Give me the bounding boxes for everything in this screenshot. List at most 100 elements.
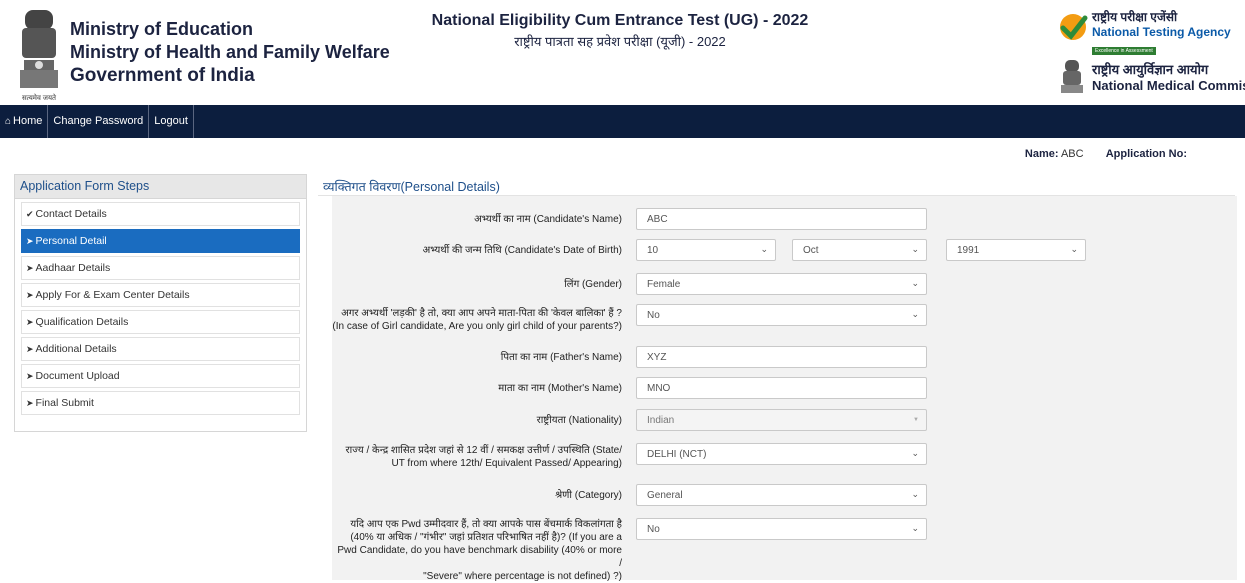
dob-month-select[interactable]: Oct ⌄ (792, 239, 927, 261)
chevron-down-icon: ⌄ (911, 448, 919, 458)
arrow-circle-icon: ➤ (26, 398, 34, 408)
pwd-label-line2: (40% या अधिक / "गंभीर" जहां प्रतिशत परिभ… (350, 532, 622, 543)
main-navbar: ⌂ Home Change Password Logout (0, 105, 1245, 138)
user-info-bar: Name: ABC Application No: (1025, 148, 1187, 160)
chevron-down-icon: ⌄ (911, 489, 919, 499)
home-icon: ⌂ (5, 116, 12, 127)
step-additional-details[interactable]: ➤ Additional Details (21, 337, 300, 361)
arrow-circle-icon: ➤ (26, 317, 34, 327)
father-name-label: पिता का नाम (Father's Name) (500, 352, 622, 363)
girl-child-label-line2: (In case of Girl candidate, Are you only… (332, 321, 622, 332)
dob-label: अभ्यर्थी की जन्म तिथि (Candidate's Date … (422, 245, 622, 256)
mother-name-input[interactable]: MNO (636, 377, 927, 399)
exam-title-english: National Eligibility Cum Entrance Test (… (431, 12, 809, 29)
nta-check-logo-icon (1060, 14, 1088, 40)
gender-select[interactable]: Female ⌄ (636, 273, 927, 295)
application-no-label: Application No: (1105, 148, 1187, 160)
step-label: Contact Details (35, 208, 107, 220)
step-qualification-details[interactable]: ➤ Qualification Details (21, 310, 300, 334)
nta-tagline: Excellence in Assessment (1092, 47, 1156, 55)
emblem-motto: सत्यमेव जयते (22, 93, 57, 102)
gender-label: लिंग (Gender) (564, 279, 622, 290)
check-circle-icon: ✔ (26, 209, 34, 219)
father-name-input[interactable]: XYZ (636, 346, 927, 368)
dob-day-select[interactable]: 10 ⌄ (636, 239, 776, 261)
nav-home-label: Home (13, 115, 43, 127)
nmc-emblem-icon (1061, 60, 1083, 93)
name-label: Name: (1024, 148, 1059, 160)
application-steps-panel: Application Form Steps ✔ Contact Details … (14, 174, 307, 432)
section-title: व्यक्तिगत विवरण(Personal Details) (318, 174, 1235, 196)
step-contact-details[interactable]: ✔ Contact Details (21, 202, 300, 226)
pwd-label: यदि आप एक Pwd उम्मीदवार हैं, तो क्या आपक… (332, 518, 622, 583)
nta-english: National Testing Agency (1092, 25, 1231, 39)
ashoka-emblem-icon: सत्यमेव जयते (20, 10, 58, 102)
step-label: Document Upload (35, 370, 120, 382)
mother-name-label: माता का नाम (Mother's Name) (498, 383, 622, 394)
nav-logout[interactable]: Logout (149, 105, 194, 138)
pwd-label-line4: "Severe" where percentage is not defined… (423, 571, 622, 582)
steps-title: Application Form Steps (15, 175, 306, 199)
category-select[interactable]: General ⌄ (636, 484, 927, 506)
step-aadhaar-details[interactable]: ➤ Aadhaar Details (21, 256, 300, 280)
girl-child-label-line1: अगर अभ्यर्थी 'लड़की' है तो, क्या आप अपने… (341, 308, 622, 319)
name-value: ABC (1060, 148, 1084, 160)
step-exam-center-details[interactable]: ➤ Apply For & Exam Center Details (21, 283, 300, 307)
nmc-hindi: राष्ट्रीय आयुर्विज्ञान आयोग (1092, 62, 1209, 77)
step-label: Personal Detail (35, 235, 107, 247)
nationality-select[interactable]: Indian ▼ (636, 409, 927, 431)
pwd-select[interactable]: No ⌄ (636, 518, 927, 540)
pwd-value: No (647, 524, 660, 535)
state-select[interactable]: DELHI (NCT) ⌄ (636, 443, 927, 465)
arrow-circle-icon: ➤ (26, 371, 34, 381)
category-value: General (647, 490, 683, 501)
nav-change-password[interactable]: Change Password (48, 105, 150, 138)
chevron-down-icon: ⌄ (911, 244, 919, 254)
personal-details-form: अभ्यर्थी का नाम (Candidate's Name) ABC अ… (332, 196, 1237, 583)
dob-day-value: 10 (647, 245, 659, 256)
ministry-health: Ministry of Health and Family Welfare (70, 42, 390, 62)
chevron-down-icon: ⌄ (911, 278, 919, 288)
ministry-education: Ministry of Education (70, 19, 254, 39)
step-label: Qualification Details (35, 316, 129, 328)
step-final-submit[interactable]: ➤ Final Submit (21, 391, 300, 415)
nationality-label: राष्ट्रीयता (Nationality) (536, 415, 622, 426)
step-label: Final Submit (35, 397, 94, 409)
arrow-circle-icon: ➤ (26, 344, 34, 354)
step-label: Additional Details (35, 343, 117, 355)
government-of-india: Government of India (70, 65, 255, 86)
girl-child-value: No (647, 310, 660, 321)
nmc-english: National Medical Commission (1092, 78, 1245, 93)
step-personal-detail[interactable]: ➤ Personal Detail (21, 229, 300, 253)
gender-value: Female (647, 279, 681, 290)
girl-child-select[interactable]: No ⌄ (636, 304, 927, 326)
chevron-down-icon: ⌄ (760, 244, 768, 254)
state-label-line1: राज्य / केन्द्र शासित प्रदेश जहां से 12 … (345, 445, 622, 456)
candidate-name-label: अभ्यर्थी का नाम (Candidate's Name) (474, 214, 622, 225)
step-document-upload[interactable]: ➤ Document Upload (21, 364, 300, 388)
state-label: राज्य / केन्द्र शासित प्रदेश जहां से 12 … (332, 444, 622, 470)
exam-title-hindi: राष्ट्रीय पात्रता सह प्रवेश परीक्षा (यूज… (514, 34, 726, 49)
personal-details-section: व्यक्तिगत विवरण(Personal Details) अभ्यर्… (318, 174, 1237, 582)
site-header: सत्यमेव जयते Ministry of Education Minis… (0, 0, 1245, 105)
nav-home[interactable]: ⌂ Home (0, 105, 49, 138)
chevron-down-icon: ⌄ (911, 309, 919, 319)
dob-month-value: Oct (803, 245, 819, 256)
nta-hindi: राष्ट्रीय परीक्षा एजेंसी (1092, 10, 1178, 24)
pwd-label-line1: यदि आप एक Pwd उम्मीदवार हैं, तो क्या आपक… (350, 519, 622, 530)
arrow-circle-icon: ➤ (26, 263, 34, 273)
pwd-label-line3: Pwd Candidate, do you have benchmark dis… (337, 545, 622, 569)
category-label: श्रेणी (Category) (555, 490, 622, 501)
dob-year-select[interactable]: 1991 ⌄ (946, 239, 1086, 261)
chevron-down-icon: ⌄ (911, 523, 919, 533)
chevron-down-icon: ⌄ (1070, 244, 1078, 254)
step-label: Aadhaar Details (35, 262, 111, 274)
government-titles: Ministry of Education Ministry of Health… (70, 18, 390, 87)
step-label: Apply For & Exam Center Details (35, 289, 190, 301)
candidate-name-input[interactable]: ABC (636, 208, 927, 230)
section-title-english: (Personal Details) (400, 180, 500, 194)
section-title-hindi: व्यक्तिगत विवरण (323, 180, 401, 194)
girl-child-label: अगर अभ्यर्थी 'लड़की' है तो, क्या आप अपने… (332, 307, 622, 333)
arrow-circle-icon: ➤ (26, 236, 34, 246)
state-value: DELHI (NCT) (647, 449, 707, 460)
